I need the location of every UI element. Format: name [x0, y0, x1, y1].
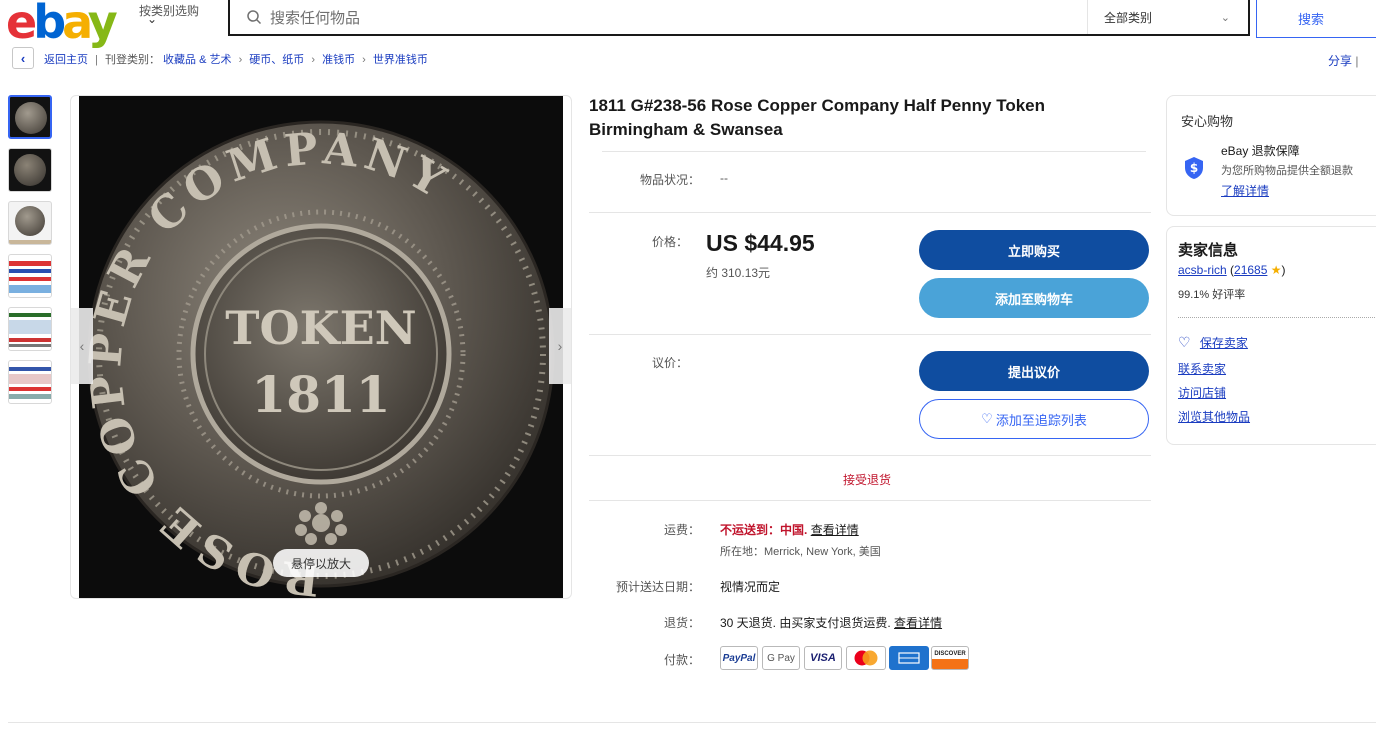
coin-illustration: ROSE COPPER COMPANY TOKEN 1811 [79, 96, 563, 598]
condition-label: 物品状况： [639, 173, 700, 187]
coin-year-text: 1811 [251, 365, 390, 424]
svg-text:$: $ [1190, 161, 1198, 175]
price-approx: 约 310.13元 [706, 266, 771, 280]
previous-image-button[interactable]: ‹ [71, 308, 93, 384]
coin-token-text: TOKEN [225, 301, 416, 355]
paypal-icon: PayPal [720, 646, 758, 670]
next-image-button[interactable]: › [549, 308, 571, 384]
gallery-thumbnail[interactable] [8, 254, 52, 298]
breadcrumb-item[interactable]: 收藏品 & 艺术 [163, 54, 231, 66]
discover-icon: DISCOVER [931, 646, 969, 670]
shop-by-category-button[interactable]: 按类别选购 ⌄ [139, 2, 219, 26]
seller-info-title: 卖家信息 [1178, 242, 1239, 259]
visa-icon: VISA [804, 646, 842, 670]
divider [589, 500, 1151, 501]
make-offer-button[interactable]: 提出议价 [919, 351, 1149, 391]
category-select-value: 全部类别 [1104, 10, 1153, 25]
seller-feedback-link[interactable]: 21685 [1234, 263, 1267, 277]
chevron-down-icon: ⌄ [147, 12, 158, 26]
share-link[interactable]: 分享 | [1328, 52, 1358, 69]
breadcrumb-item[interactable]: 世界准钱币 [373, 54, 428, 66]
search-icon [247, 10, 262, 25]
category-select[interactable]: 全部类别 ⌄ [1087, 0, 1248, 34]
returns-details-link[interactable]: 查看详情 [894, 616, 942, 630]
save-seller-row[interactable]: ♡ 保存卖家 [1178, 334, 1248, 351]
gallery-thumbnail[interactable] [8, 95, 52, 139]
positive-feedback: 99.1% 好评率 [1178, 289, 1246, 301]
returns-label: 退货： [663, 616, 700, 630]
breadcrumb-item[interactable]: 准钱币 [322, 54, 355, 66]
search-bar: 搜索任何物品 全部类别 ⌄ [228, 0, 1250, 36]
divider [589, 212, 1151, 213]
contact-seller-link[interactable]: 联系卖家 [1178, 360, 1226, 377]
breadcrumb: 返回主页 | 刊登类别： 收藏品 & 艺术 › 硬币、纸币 › 准钱币 › 世界… [44, 54, 428, 66]
gallery-thumbnail[interactable] [8, 360, 52, 404]
gallery-thumbnail[interactable] [8, 307, 52, 351]
add-watchlist-label: 添加至追踪列表 [995, 412, 1087, 428]
shipping-value: 不运送到：中国. 查看详情 [720, 521, 859, 538]
shipping-details-link[interactable]: 查看详情 [811, 523, 859, 537]
item-title: 1811 G#238-56 Rose Copper Company Half P… [589, 96, 1046, 139]
section-divider [8, 722, 1376, 723]
search-input[interactable]: 搜索任何物品 [270, 7, 360, 28]
guarantee-title: eBay 退款保障 [1221, 144, 1300, 158]
see-other-items-link[interactable]: 浏览其他物品 [1178, 408, 1250, 425]
delivery-label: 预计送达日期： [615, 580, 700, 594]
buy-now-button[interactable]: 立即购买 [919, 230, 1149, 270]
learn-more-link[interactable]: 了解详情 [1221, 182, 1269, 199]
seller-info-card: 卖家信息 acsb-rich (21685 ★) 99.1% 好评率 ♡ 保存卖… [1166, 226, 1376, 445]
main-product-image[interactable]: ROSE COPPER COMPANY TOKEN 1811 ‹ › 悬停以放大 [70, 95, 572, 599]
returns-accepted-badge: 接受退货 [843, 473, 892, 487]
guarantee-description: 为您所购物品提供全额退款 [1221, 165, 1353, 177]
share-separator: | [1355, 54, 1359, 68]
amex-icon [889, 646, 929, 670]
star-icon: ★ [1270, 263, 1282, 277]
returns-policy-text: 30 天退货. 由买家支付退货运费. [720, 616, 891, 630]
price-value: US $44.95 [706, 230, 815, 256]
breadcrumb-item[interactable]: 硬币、纸币 [249, 54, 304, 66]
shop-with-confidence-card: 安心购物 $ eBay 退款保障 为您所购物品提供全额退款 了解详情 [1166, 95, 1376, 216]
shop-safe-title: 安心购物 [1181, 114, 1234, 129]
coin-photo: ROSE COPPER COMPANY TOKEN 1811 [79, 96, 563, 598]
divider [589, 455, 1151, 456]
mastercard-icon [846, 646, 886, 670]
back-home-link[interactable]: 返回主页 [44, 54, 88, 66]
add-to-cart-button[interactable]: 添加至购物车 [919, 278, 1149, 318]
google-pay-icon: G Pay [762, 646, 800, 670]
divider [589, 334, 1151, 335]
add-watchlist-button[interactable]: ♡ 添加至追踪列表 [919, 399, 1149, 439]
divider [602, 151, 1146, 152]
heart-icon: ♡ [981, 411, 993, 426]
shield-dollar-icon: $ [1185, 157, 1203, 179]
listed-in-label: 刊登类别： [104, 54, 160, 66]
save-seller-link[interactable]: 保存卖家 [1200, 336, 1248, 350]
heart-icon: ♡ [1178, 334, 1191, 350]
visit-store-link[interactable]: 访问店铺 [1178, 384, 1226, 401]
chevron-down-icon: ⌄ [1220, 11, 1230, 24]
back-arrow-icon[interactable]: ‹ [12, 47, 34, 69]
seller-name-line: acsb-rich (21685 ★) [1178, 263, 1286, 277]
seller-name-link[interactable]: acsb-rich [1178, 263, 1227, 277]
item-location: 所在地：Merrick, New York, 美国 [720, 546, 881, 558]
gallery-thumbnail[interactable] [8, 201, 52, 245]
hover-zoom-hint: 悬停以放大 [273, 549, 369, 577]
no-ship-country: 中国. [780, 523, 808, 537]
condition-value: -- [720, 171, 728, 185]
offer-label: 议价： [651, 356, 688, 370]
search-button[interactable]: 搜索 [1256, 0, 1376, 38]
no-ship-prefix: 不运送到： [720, 523, 781, 537]
payment-label: 付款： [663, 653, 700, 667]
gallery-thumbnail[interactable] [8, 148, 52, 192]
delivery-value: 视情况而定 [720, 580, 781, 594]
price-label: 价格： [651, 235, 688, 249]
shipping-label: 运费： [663, 523, 700, 537]
returns-value: 30 天退货. 由买家支付退货运费. 查看详情 [720, 614, 942, 631]
ebay-logo[interactable]: ebay [6, 0, 118, 50]
divider [1178, 317, 1376, 318]
